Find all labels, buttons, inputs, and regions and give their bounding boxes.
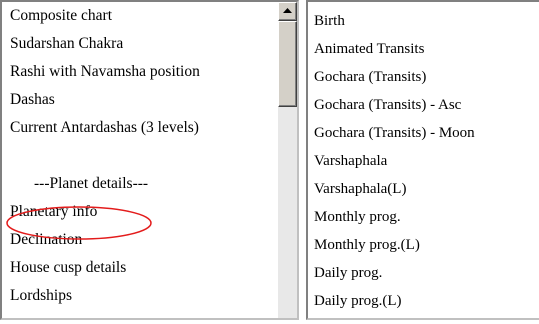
list-item[interactable]: Declination	[10, 226, 200, 254]
scroll-up-button[interactable]	[278, 2, 297, 21]
list-item[interactable]: House cusp details	[10, 254, 200, 282]
chart-type-items: Composite chart Sudarshan Chakra Rashi w…	[10, 2, 200, 310]
list-item[interactable]: Rashi with Navamsha position	[10, 58, 200, 86]
vertical-scrollbar[interactable]	[278, 2, 297, 318]
chart-context-items: Birth Animated Transits Gochara (Transit…	[314, 7, 475, 315]
list-item[interactable]: Varshaphala(L)	[314, 175, 475, 203]
list-item[interactable]: Dashas	[10, 86, 200, 114]
list-item[interactable]: Daily prog.(L)	[314, 287, 475, 315]
chart-context-list[interactable]: Birth Animated Transits Gochara (Transit…	[306, 0, 539, 320]
list-item-separator[interactable]: ---Planet details---	[10, 170, 200, 198]
list-item[interactable]: Gochara (Transits) - Moon	[314, 119, 475, 147]
list-item[interactable]: Sudarshan Chakra	[10, 30, 200, 58]
list-item[interactable]: Current Antardashas (3 levels)	[10, 114, 200, 142]
list-item-blank[interactable]	[10, 142, 200, 170]
list-item[interactable]: Varshaphala	[314, 147, 475, 175]
list-item[interactable]: Gochara (Transits) - Asc	[314, 91, 475, 119]
list-item[interactable]: Gochara (Transits)	[314, 63, 475, 91]
list-item[interactable]: Animated Transits	[314, 35, 475, 63]
scrollbar-thumb[interactable]	[278, 21, 297, 107]
list-item-planetary-info[interactable]: Planetary info	[10, 198, 200, 226]
list-item[interactable]: Birth	[314, 7, 475, 35]
chart-type-list[interactable]: Composite chart Sudarshan Chakra Rashi w…	[0, 0, 299, 320]
list-item[interactable]: Monthly prog.	[314, 203, 475, 231]
list-item[interactable]: Lordships	[10, 282, 200, 310]
list-item[interactable]: Composite chart	[10, 2, 200, 30]
list-item[interactable]: Daily prog.	[314, 259, 475, 287]
triangle-up-icon	[283, 8, 292, 13]
list-item[interactable]: Monthly prog.(L)	[314, 231, 475, 259]
